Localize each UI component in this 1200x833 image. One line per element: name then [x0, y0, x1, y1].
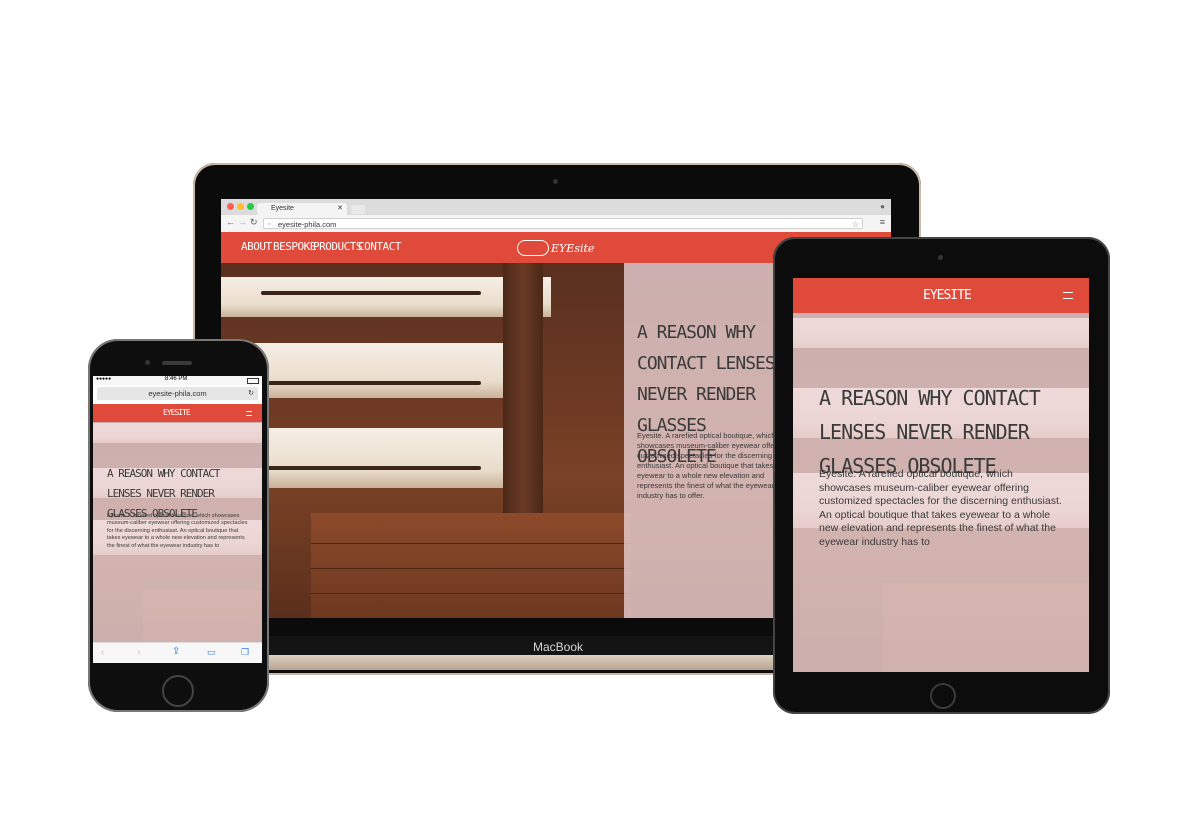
- drawer-line: [311, 543, 631, 544]
- phone-status-bar: ●●●●● 8:46 PM: [93, 376, 262, 385]
- tablet-hero-paragraph: Eyesite. A rarefied optical boutique, wh…: [819, 468, 1062, 548]
- forward-icon[interactable]: ›: [137, 647, 140, 658]
- hamburger-menu-icon[interactable]: [246, 411, 252, 416]
- menu-icon[interactable]: ≡: [880, 217, 885, 227]
- reload-icon[interactable]: ↻: [250, 217, 258, 228]
- laptop-camera: [553, 179, 558, 184]
- hamburger-menu-icon[interactable]: [1063, 292, 1073, 299]
- phone-hero-paragraph: Eyesite. A rarefied optical boutique, wh…: [107, 513, 248, 549]
- tab-title: Eyesite: [271, 205, 294, 212]
- window-maximize-icon[interactable]: [247, 203, 254, 210]
- laptop-brand-label: MacBook: [532, 640, 584, 654]
- window-minimize-icon[interactable]: [237, 203, 244, 210]
- browser-tab[interactable]: Eyesite ✕: [257, 203, 347, 215]
- glasses-row: [261, 291, 481, 295]
- nav-products[interactable]: PRODUCTS: [313, 240, 362, 253]
- bookmarks-icon[interactable]: ▭: [207, 647, 216, 658]
- browser-tabbar: Eyesite ✕ ●: [221, 199, 891, 215]
- new-tab-button[interactable]: [351, 205, 365, 214]
- glasses-row: [261, 466, 481, 470]
- tab-close-icon[interactable]: ✕: [337, 203, 343, 215]
- window-close-icon[interactable]: [227, 203, 234, 210]
- address-url: eyesite-phila.com: [278, 220, 337, 229]
- reload-icon[interactable]: ↻: [248, 387, 254, 400]
- nav-contact[interactable]: CONTACT: [358, 240, 401, 253]
- tablet-screen: EYESITE A REASON WHY CONTACT LENSES NEVE…: [793, 278, 1089, 672]
- hero-paragraph: Eyesite. A rarefied optical boutique, wh…: [637, 431, 787, 500]
- phone-screen: ●●●●● 8:46 PM eyesite-phila.com ↻ EYESIT…: [93, 376, 262, 663]
- battery-icon: [247, 378, 259, 384]
- phone-url: eyesite-phila.com: [148, 389, 207, 398]
- phone-camera: [145, 360, 150, 365]
- share-icon[interactable]: ⇪: [172, 646, 180, 657]
- tabs-icon[interactable]: ❐: [241, 647, 249, 658]
- nav-bespoke[interactable]: BESPOKE: [273, 240, 316, 253]
- nav-about[interactable]: ABOUT: [241, 240, 272, 253]
- phone-navbar: EYESITE: [93, 404, 262, 422]
- tablet-home-button[interactable]: [930, 683, 956, 709]
- page-icon: ▫: [268, 221, 271, 228]
- tablet-logo[interactable]: EYESITE: [923, 288, 972, 303]
- drawer-line: [311, 568, 631, 569]
- phone-speaker: [162, 361, 192, 365]
- logo-glasses-icon: [517, 240, 549, 256]
- profile-icon[interactable]: ●: [880, 202, 885, 211]
- glasses-row: [261, 381, 481, 385]
- browser-toolbar: ← → ↻ ▫ eyesite-phila.com ☆ ≡: [221, 215, 891, 233]
- back-icon[interactable]: ‹: [101, 647, 104, 658]
- site-logo[interactable]: EYEsite: [551, 242, 594, 255]
- status-time: 8:46 PM: [165, 376, 188, 382]
- bookmark-star-icon[interactable]: ☆: [852, 219, 859, 230]
- tablet-camera: [938, 255, 943, 260]
- forward-icon[interactable]: →: [238, 217, 247, 227]
- tablet-navbar: EYESITE: [793, 278, 1089, 313]
- phone-logo[interactable]: EYESITE: [163, 408, 191, 417]
- phone-home-button[interactable]: [162, 675, 194, 707]
- back-icon[interactable]: ←: [226, 217, 235, 227]
- phone-toolbar: ‹ › ⇪ ▭ ❐: [93, 642, 262, 663]
- display-shelf: [221, 277, 551, 317]
- drawer-cabinet: [311, 513, 631, 618]
- address-bar[interactable]: ▫ eyesite-phila.com ☆: [263, 218, 863, 229]
- signal-icon: ●●●●●: [96, 376, 112, 382]
- phone-address-bar[interactable]: eyesite-phila.com ↻: [97, 387, 258, 400]
- drawer-line: [311, 593, 631, 594]
